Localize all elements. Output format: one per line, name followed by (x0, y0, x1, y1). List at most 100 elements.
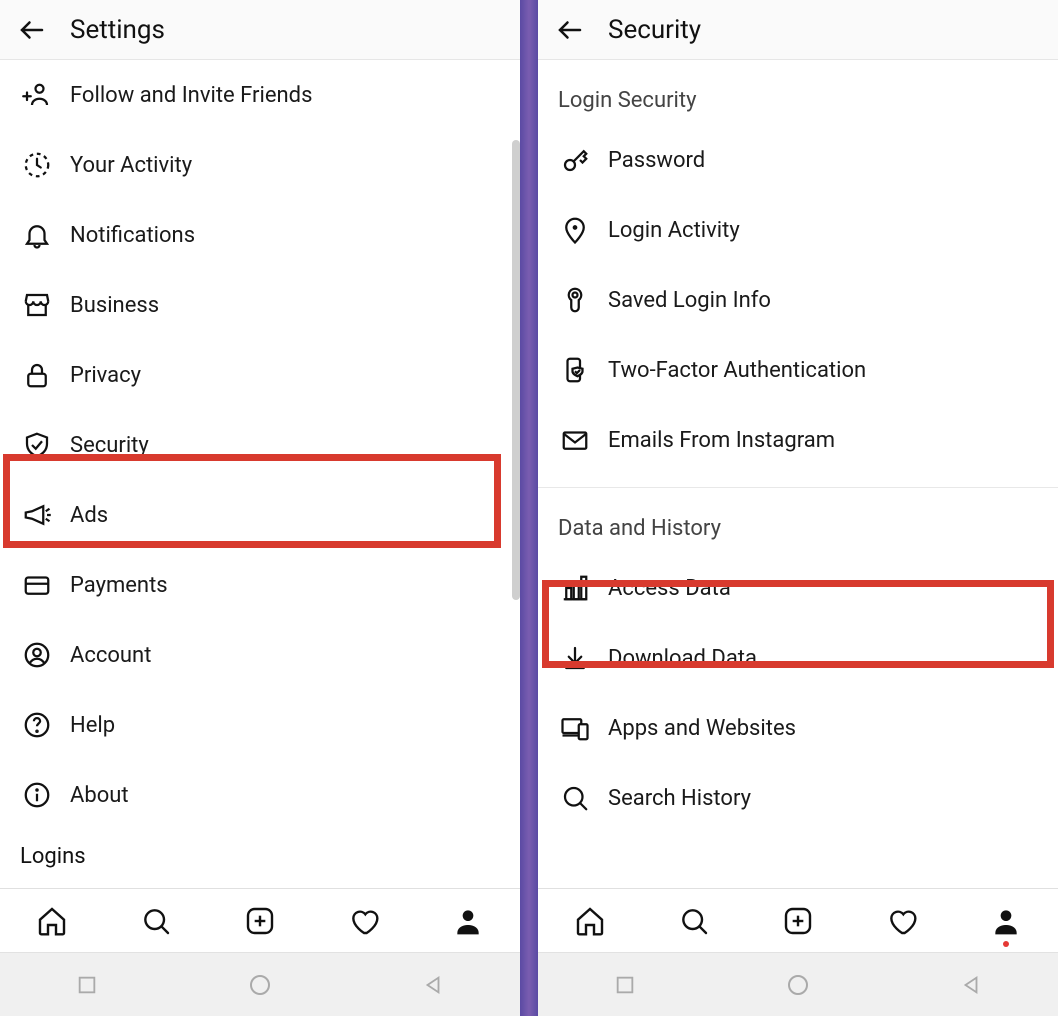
tab-activity[interactable] (884, 903, 920, 939)
circle-icon (786, 973, 810, 997)
item-label: Password (608, 148, 705, 173)
plus-square-icon (244, 905, 276, 937)
triangle-left-icon (960, 974, 982, 996)
help-circle-icon (20, 708, 54, 742)
heart-icon (348, 905, 380, 937)
android-nav-bar (538, 952, 1058, 1016)
item-label: Saved Login Info (608, 288, 771, 313)
item-label: Follow and Invite Friends (70, 83, 312, 108)
security-item-two-factor[interactable]: Two-Factor Authentication (538, 335, 1058, 405)
square-icon (76, 974, 98, 996)
home-icon (36, 905, 68, 937)
heart-icon (886, 905, 918, 937)
arrow-left-icon (555, 15, 585, 45)
search-icon (140, 905, 172, 937)
keyhole-icon (558, 283, 592, 317)
location-pin-icon (558, 213, 592, 247)
item-label: Your Activity (70, 153, 192, 178)
triangle-left-icon (422, 974, 444, 996)
storefront-icon (20, 288, 54, 322)
security-item-search-history[interactable]: Search History (538, 763, 1058, 833)
tab-create[interactable] (242, 903, 278, 939)
bottom-tabbar (0, 888, 520, 952)
security-item-download-data[interactable]: Download Data (538, 623, 1058, 693)
security-item-apps-websites[interactable]: Apps and Websites (538, 693, 1058, 763)
security-item-password[interactable]: Password (538, 125, 1058, 195)
circle-icon (248, 973, 272, 997)
profile-icon (452, 905, 484, 937)
settings-item-security[interactable]: Security (0, 410, 520, 480)
phone-shield-icon (558, 353, 592, 387)
section-logins: Logins (0, 830, 520, 883)
tab-home[interactable] (572, 903, 608, 939)
security-list[interactable]: Login Security Password Login Activity S… (538, 60, 1058, 888)
settings-item-help[interactable]: Help (0, 690, 520, 760)
tab-activity[interactable] (346, 903, 382, 939)
security-item-access-data[interactable]: Access Data (538, 553, 1058, 623)
nav-home[interactable] (783, 970, 813, 1000)
item-label: Ads (70, 503, 108, 528)
lock-icon (20, 358, 54, 392)
item-label: Access Data (608, 576, 731, 601)
item-label: Emails From Instagram (608, 428, 835, 453)
settings-item-follow-invite[interactable]: Follow and Invite Friends (0, 60, 520, 130)
back-button[interactable] (12, 10, 52, 50)
header-settings: Settings (0, 0, 520, 60)
clock-dashed-icon (20, 148, 54, 182)
megaphone-icon (20, 498, 54, 532)
item-label: Security (70, 433, 149, 458)
item-label: Help (70, 713, 115, 738)
settings-item-notifications[interactable]: Notifications (0, 200, 520, 270)
settings-item-account[interactable]: Account (0, 620, 520, 690)
security-item-saved-login[interactable]: Saved Login Info (538, 265, 1058, 335)
settings-item-about[interactable]: About (0, 760, 520, 830)
item-label: Account (70, 643, 151, 668)
item-label: Search History (608, 786, 751, 811)
item-label: Payments (70, 573, 168, 598)
nav-back[interactable] (418, 970, 448, 1000)
download-icon (558, 641, 592, 675)
tab-home[interactable] (34, 903, 70, 939)
plus-square-icon (782, 905, 814, 937)
nav-home[interactable] (245, 970, 275, 1000)
notification-dot (1003, 941, 1009, 947)
nav-recent[interactable] (72, 970, 102, 1000)
tab-profile[interactable] (450, 903, 486, 939)
settings-item-business[interactable]: Business (0, 270, 520, 340)
bell-icon (20, 218, 54, 252)
nav-recent[interactable] (610, 970, 640, 1000)
credit-card-icon (20, 568, 54, 602)
settings-list[interactable]: Follow and Invite Friends Your Activity … (0, 60, 520, 888)
search-icon (558, 781, 592, 815)
security-pane: Security Login Security Password Login A… (538, 0, 1058, 1016)
info-circle-icon (20, 778, 54, 812)
home-icon (574, 905, 606, 937)
tab-profile[interactable] (988, 903, 1024, 939)
tab-search[interactable] (676, 903, 712, 939)
user-circle-icon (20, 638, 54, 672)
devices-icon (558, 711, 592, 745)
section-login-security: Login Security (538, 60, 1058, 125)
key-icon (558, 143, 592, 177)
page-title: Settings (70, 15, 165, 45)
settings-item-your-activity[interactable]: Your Activity (0, 130, 520, 200)
nav-back[interactable] (956, 970, 986, 1000)
page-title: Security (608, 15, 701, 45)
bottom-tabbar (538, 888, 1058, 952)
security-item-emails[interactable]: Emails From Instagram (538, 405, 1058, 475)
settings-item-privacy[interactable]: Privacy (0, 340, 520, 410)
add-person-icon (20, 78, 54, 112)
mail-icon (558, 423, 592, 457)
item-label: About (70, 783, 129, 808)
settings-item-payments[interactable]: Payments (0, 550, 520, 620)
settings-pane: Settings Follow and Invite Friends Your … (0, 0, 520, 1016)
item-label: Apps and Websites (608, 716, 796, 741)
tab-search[interactable] (138, 903, 174, 939)
item-label: Login Activity (608, 218, 740, 243)
security-item-login-activity[interactable]: Login Activity (538, 195, 1058, 265)
item-label: Two-Factor Authentication (608, 358, 866, 383)
tab-create[interactable] (780, 903, 816, 939)
profile-icon (990, 905, 1022, 937)
back-button[interactable] (550, 10, 590, 50)
settings-item-ads[interactable]: Ads (0, 480, 520, 550)
